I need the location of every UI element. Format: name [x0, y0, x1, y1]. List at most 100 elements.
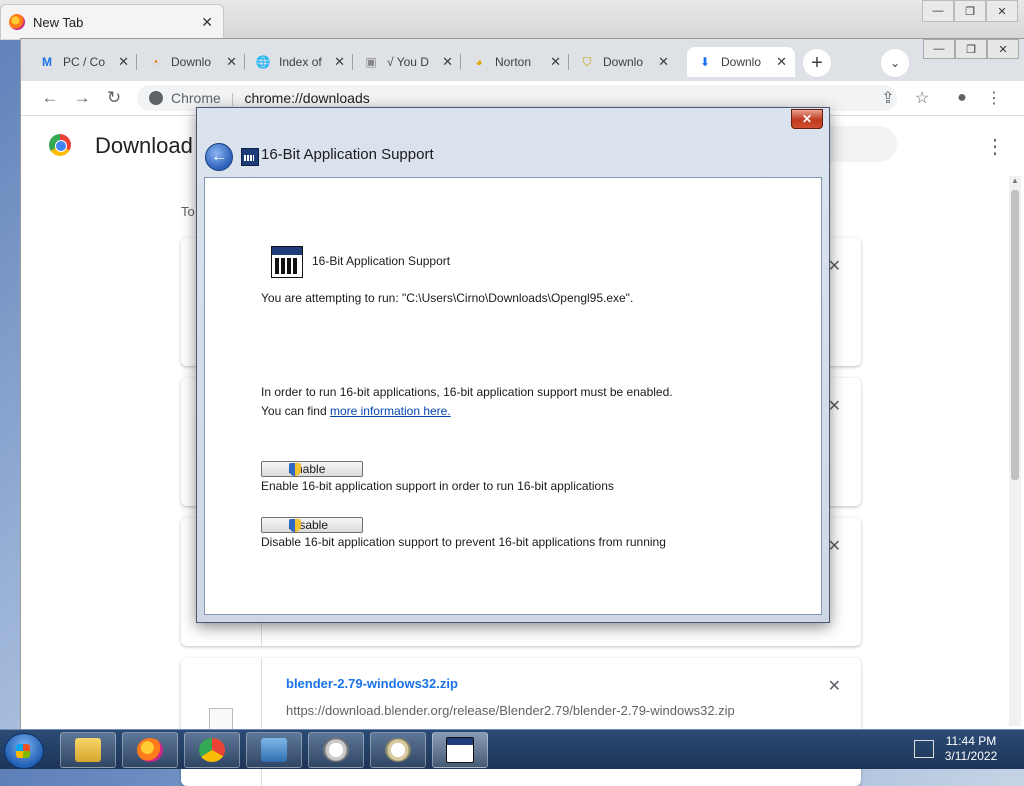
page-icon: ▣ [365, 55, 377, 69]
icon-titlebar [272, 247, 302, 255]
tab-title: PC / Co [63, 55, 106, 69]
taskbar: 11:44 PM 3/11/2022 [0, 729, 1024, 769]
system-clock[interactable]: 11:44 PM 3/11/2022 [936, 734, 1006, 764]
close-button[interactable]: ✕ [987, 39, 1019, 59]
url-text[interactable]: chrome://downloads [244, 90, 369, 106]
menu-icon[interactable]: ⋮ [983, 87, 1005, 109]
close-icon[interactable]: ✕ [201, 14, 213, 31]
tab-search-button[interactable]: ⌄ [881, 49, 909, 77]
tab-index-of[interactable]: 🌐 Index of ✕ [245, 47, 353, 77]
more-info-link[interactable]: more information here. [330, 404, 451, 418]
tab-title: Downlo [721, 55, 762, 69]
folder-icon [75, 738, 101, 762]
taskbar-app-gauge-2[interactable] [370, 732, 426, 768]
forward-button[interactable]: → [71, 87, 93, 109]
minimize-button[interactable]: — [922, 0, 954, 22]
gauge-icon [385, 738, 411, 762]
close-icon[interactable]: ✕ [118, 54, 129, 70]
bg-tab-new-tab[interactable]: New Tab ✕ [0, 4, 224, 39]
taskbar-chrome[interactable] [184, 732, 240, 768]
taskbar-firefox[interactable] [122, 732, 178, 768]
enable-button[interactable]: Enable [261, 461, 363, 477]
close-icon[interactable]: ✕ [442, 54, 453, 70]
date-group-label: To [181, 204, 195, 219]
profile-icon[interactable]: ● [951, 87, 973, 109]
norton-icon: ◕ [475, 55, 483, 69]
new-tab-button[interactable]: + [803, 49, 831, 77]
page-title: Download [95, 133, 193, 158]
tab-title: Index of [279, 55, 322, 69]
close-icon[interactable]: ✕ [776, 54, 787, 70]
shield-icon: ⛉ [582, 54, 592, 69]
url-separator: | [230, 90, 235, 106]
disable-button[interactable]: Disable [261, 517, 363, 533]
start-button[interactable] [4, 733, 44, 769]
scroll-up-icon[interactable]: ▲ [1009, 176, 1021, 188]
uac-shield-icon [289, 519, 301, 532]
disable-description: Disable 16-bit application support to pr… [261, 535, 666, 549]
page-scrollbar[interactable]: ▲ [1009, 176, 1021, 726]
more-menu-icon[interactable]: ⋮ [985, 134, 1005, 159]
close-icon[interactable]: ✕ [334, 54, 345, 70]
dialog-header-title: 16-Bit Application Support [261, 146, 434, 163]
blender-icon: ◔ [151, 55, 159, 69]
bg-window-controls: — ❐ ✕ [922, 0, 1018, 22]
tab-title: Downlo [171, 55, 212, 69]
chrome-site-icon [149, 91, 163, 105]
sixteen-bit-support-dialog: ✕ ← 16-Bit Application Support 16-Bit Ap… [196, 107, 830, 623]
tab-downlo-1[interactable]: ◔ Downlo ✕ [137, 47, 245, 77]
chrome-logo-icon [49, 134, 71, 156]
sixteen-bit-app-icon [271, 246, 303, 278]
download-icon: ⬇ [699, 55, 711, 69]
close-icon[interactable]: ✕ [550, 54, 561, 70]
tab-downloads-active[interactable]: ⬇ Downlo ✕ [687, 47, 795, 77]
bg-tab-title: New Tab [33, 14, 84, 30]
tab-title: √ You D [387, 55, 429, 69]
back-arrow-icon[interactable]: ← [205, 143, 233, 171]
taskbar-control-panel[interactable] [246, 732, 302, 768]
app-title: 16-Bit Application Support [312, 254, 451, 268]
clock-date: 3/11/2022 [944, 749, 998, 763]
clock-time: 11:44 PM [945, 734, 997, 748]
taskbar-explorer[interactable] [60, 732, 116, 768]
dos-app-icon [241, 148, 259, 166]
minimize-button[interactable]: — [923, 39, 955, 59]
network-icon[interactable] [914, 740, 934, 758]
gauge-icon [323, 738, 349, 762]
taskbar-app-gauge-1[interactable] [308, 732, 364, 768]
info-prefix: You can find [261, 404, 330, 418]
close-button[interactable]: ✕ [986, 0, 1018, 22]
scroll-thumb[interactable] [1011, 190, 1019, 480]
tab-title: Norton [495, 55, 532, 69]
gmail-icon: M [42, 55, 52, 69]
tab-downlo-2[interactable]: ⛉ Downlo ✕ [569, 47, 677, 77]
taskbar-16bit-app[interactable] [432, 732, 488, 768]
reload-button[interactable]: ↻ [103, 87, 125, 109]
icon-keys [275, 258, 297, 274]
download-file-name[interactable]: blender-2.79-windows32.zip [286, 676, 458, 691]
control-panel-icon [261, 738, 287, 762]
background-window-titlebar: New Tab ✕ — ❐ ✕ [0, 0, 1024, 40]
uac-shield-icon [289, 463, 301, 476]
tab-you-d[interactable]: ▣ √ You D ✕ [353, 47, 461, 77]
share-icon[interactable]: ⇪ [877, 87, 899, 109]
close-icon[interactable]: ✕ [226, 54, 237, 70]
tab-norton[interactable]: ◕ Norton ✕ [461, 47, 569, 77]
back-button[interactable]: ← [39, 87, 61, 109]
firefox-icon [137, 738, 163, 762]
close-icon[interactable]: ✕ [658, 54, 669, 70]
bookmark-star-icon[interactable]: ☆ [911, 87, 933, 109]
info-more-line: You can find more information here. [261, 404, 451, 418]
remove-icon[interactable]: ✕ [828, 676, 841, 696]
attempt-text: You are attempting to run: "C:\Users\Cir… [261, 291, 634, 305]
restore-button[interactable]: ❐ [954, 0, 986, 22]
download-url[interactable]: https://download.blender.org/release/Ble… [286, 703, 735, 718]
tab-strip: M PC / Co ✕ ◔ Downlo ✕ 🌐 Index of ✕ ▣ √ … [21, 39, 1024, 81]
restore-button[interactable]: ❐ [955, 39, 987, 59]
site-label: Chrome [171, 90, 221, 106]
firefox-icon [9, 14, 25, 30]
dialog-close-button[interactable]: ✕ [791, 109, 823, 129]
dos-app-icon [446, 737, 474, 763]
tab-pc-co[interactable]: M PC / Co ✕ [29, 47, 137, 77]
globe-icon: 🌐 [255, 55, 271, 69]
